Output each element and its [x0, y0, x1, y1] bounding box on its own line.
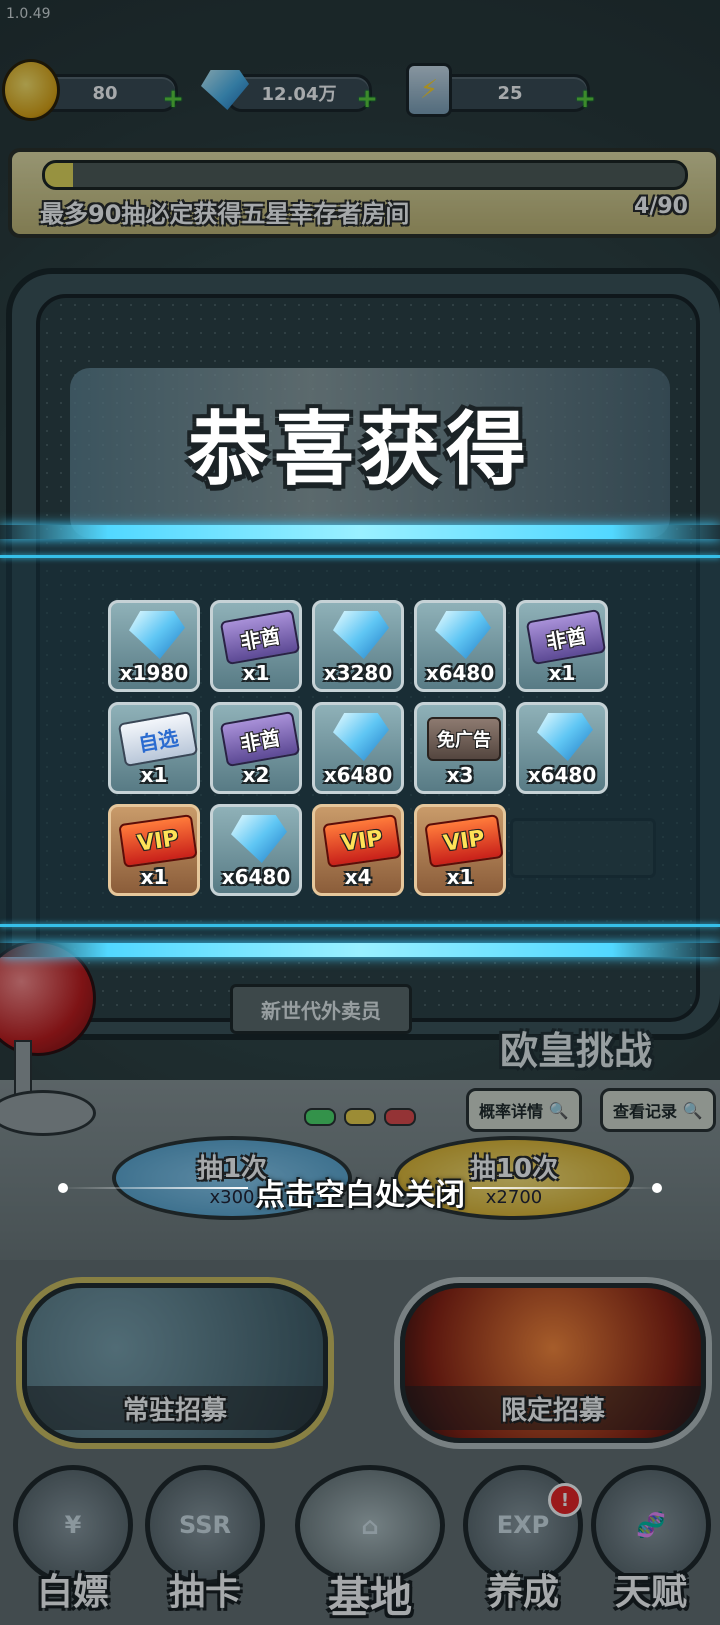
reward-quantity: x1 [140, 763, 168, 787]
reward-quantity: x6480 [323, 763, 393, 787]
close-hint[interactable]: 点击空白处关闭 [0, 1170, 720, 1214]
gem-icon [333, 713, 389, 761]
gem-icon [435, 611, 491, 659]
reward-quantity: x1980 [119, 661, 189, 685]
reward-quantity: x6480 [527, 763, 597, 787]
reward-quantity: x1 [446, 865, 474, 889]
reward-quantity: x6480 [425, 661, 495, 685]
reward-quantity: x6480 [221, 865, 291, 889]
vip-ticket-icon: VIP [118, 814, 198, 868]
reward-item: VIP x1 [108, 804, 200, 896]
reward-item: 非酋 x2 [210, 702, 302, 794]
gem-icon [129, 611, 185, 659]
reward-quantity: x3 [446, 763, 474, 787]
unlucky-ticket-icon: 非酋 [219, 710, 301, 768]
reward-quantity: x2 [242, 763, 270, 787]
reward-item: x6480 [210, 804, 302, 896]
reward-quantity: x1 [242, 661, 270, 685]
reward-quantity: x1 [140, 865, 168, 889]
no-ads-ticket-icon: 免广告 [427, 717, 501, 761]
unlucky-ticket-icon: 非酋 [525, 608, 607, 666]
gem-icon [231, 815, 287, 863]
reward-item: 自选 x1 [108, 702, 200, 794]
vip-ticket-icon: VIP [322, 814, 402, 868]
reward-title: 恭喜获得 [188, 403, 532, 496]
reward-item: 非酋 x1 [516, 600, 608, 692]
unlucky-ticket-icon: 非酋 [219, 608, 301, 666]
reward-item: 非酋 x1 [210, 600, 302, 692]
self-select-ticket-icon: 自选 [117, 710, 199, 768]
reward-item: x6480 [414, 600, 506, 692]
reward-item: 免广告 x3 [414, 702, 506, 794]
reward-quantity: x1 [548, 661, 576, 685]
reward-item: x6480 [516, 702, 608, 794]
reward-item: x1980 [108, 600, 200, 692]
reward-item: VIP x4 [312, 804, 404, 896]
band-line-top [0, 555, 720, 558]
reward-quantity: x3280 [323, 661, 393, 685]
gem-icon [333, 611, 389, 659]
reward-item: x6480 [312, 702, 404, 794]
reward-item: VIP x1 [414, 804, 506, 896]
vip-ticket-icon: VIP [424, 814, 504, 868]
reward-item: x3280 [312, 600, 404, 692]
gem-icon [537, 713, 593, 761]
reward-quantity: x4 [344, 865, 372, 889]
band-line-bottom [0, 924, 720, 927]
